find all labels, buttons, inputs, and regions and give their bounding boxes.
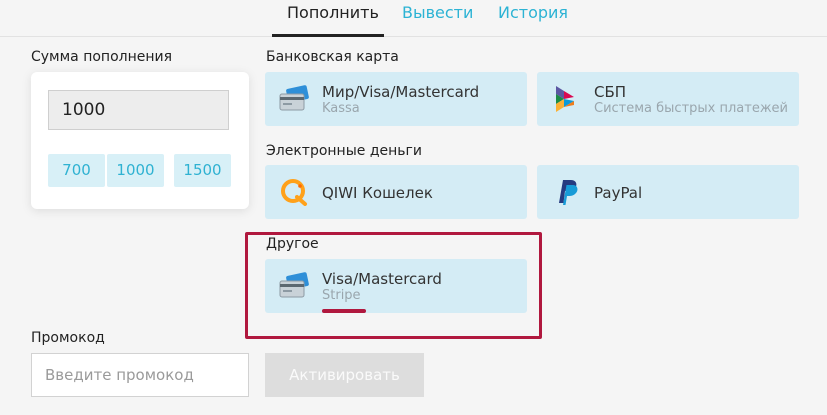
method-title: Visa/Mastercard bbox=[322, 270, 442, 288]
method-paypal[interactable]: PayPal bbox=[537, 165, 799, 219]
quick-amount-1500[interactable]: 1500 bbox=[174, 154, 231, 187]
method-title: СБП bbox=[594, 83, 627, 101]
e-money-label: Электронные деньги bbox=[266, 143, 422, 159]
other-label: Другое bbox=[266, 236, 319, 252]
quick-amount-1000[interactable]: 1000 bbox=[107, 154, 164, 187]
tab-deposit[interactable]: Пополнить bbox=[287, 3, 379, 22]
tab-withdraw[interactable]: Вывести bbox=[402, 3, 473, 22]
method-visa-mastercard-stripe[interactable]: Visa/Mastercard Stripe bbox=[265, 259, 527, 313]
promo-label: Промокод bbox=[31, 330, 105, 346]
active-tab-indicator bbox=[272, 34, 384, 37]
credit-card-icon bbox=[279, 272, 309, 298]
quick-amount-700[interactable]: 700 bbox=[48, 154, 105, 187]
method-qiwi[interactable]: QIWI Кошелек bbox=[265, 165, 527, 219]
tab-bar: Пополнить Вывести История bbox=[0, 0, 827, 37]
amount-label: Сумма пополнения bbox=[31, 49, 173, 65]
amount-card: 1000 700 1000 1500 bbox=[31, 72, 249, 209]
stripe-underline bbox=[322, 309, 366, 313]
bank-card-label: Банковская карта bbox=[266, 49, 399, 65]
qiwi-icon bbox=[281, 179, 307, 206]
tab-history[interactable]: История bbox=[498, 3, 568, 22]
method-subtitle: Kassa bbox=[322, 101, 360, 116]
method-subtitle: Stripe bbox=[322, 288, 361, 303]
method-title: PayPal bbox=[594, 184, 643, 202]
method-title: Мир/Visa/Mastercard bbox=[322, 83, 480, 101]
amount-input[interactable]: 1000 bbox=[48, 90, 229, 130]
sbp-icon bbox=[556, 86, 574, 112]
method-sbp[interactable]: СБП Система быстрых платежей bbox=[537, 72, 799, 126]
activate-button[interactable]: Активировать bbox=[265, 353, 424, 397]
promo-code-input[interactable]: Введите промокод bbox=[31, 353, 249, 397]
method-subtitle: Система быстрых платежей bbox=[594, 101, 788, 116]
method-mir-visa-mastercard-kassa[interactable]: Мир/Visa/Mastercard Kassa bbox=[265, 72, 527, 126]
method-title: QIWI Кошелек bbox=[322, 184, 433, 202]
paypal-icon bbox=[559, 180, 578, 205]
credit-card-icon bbox=[279, 85, 309, 111]
